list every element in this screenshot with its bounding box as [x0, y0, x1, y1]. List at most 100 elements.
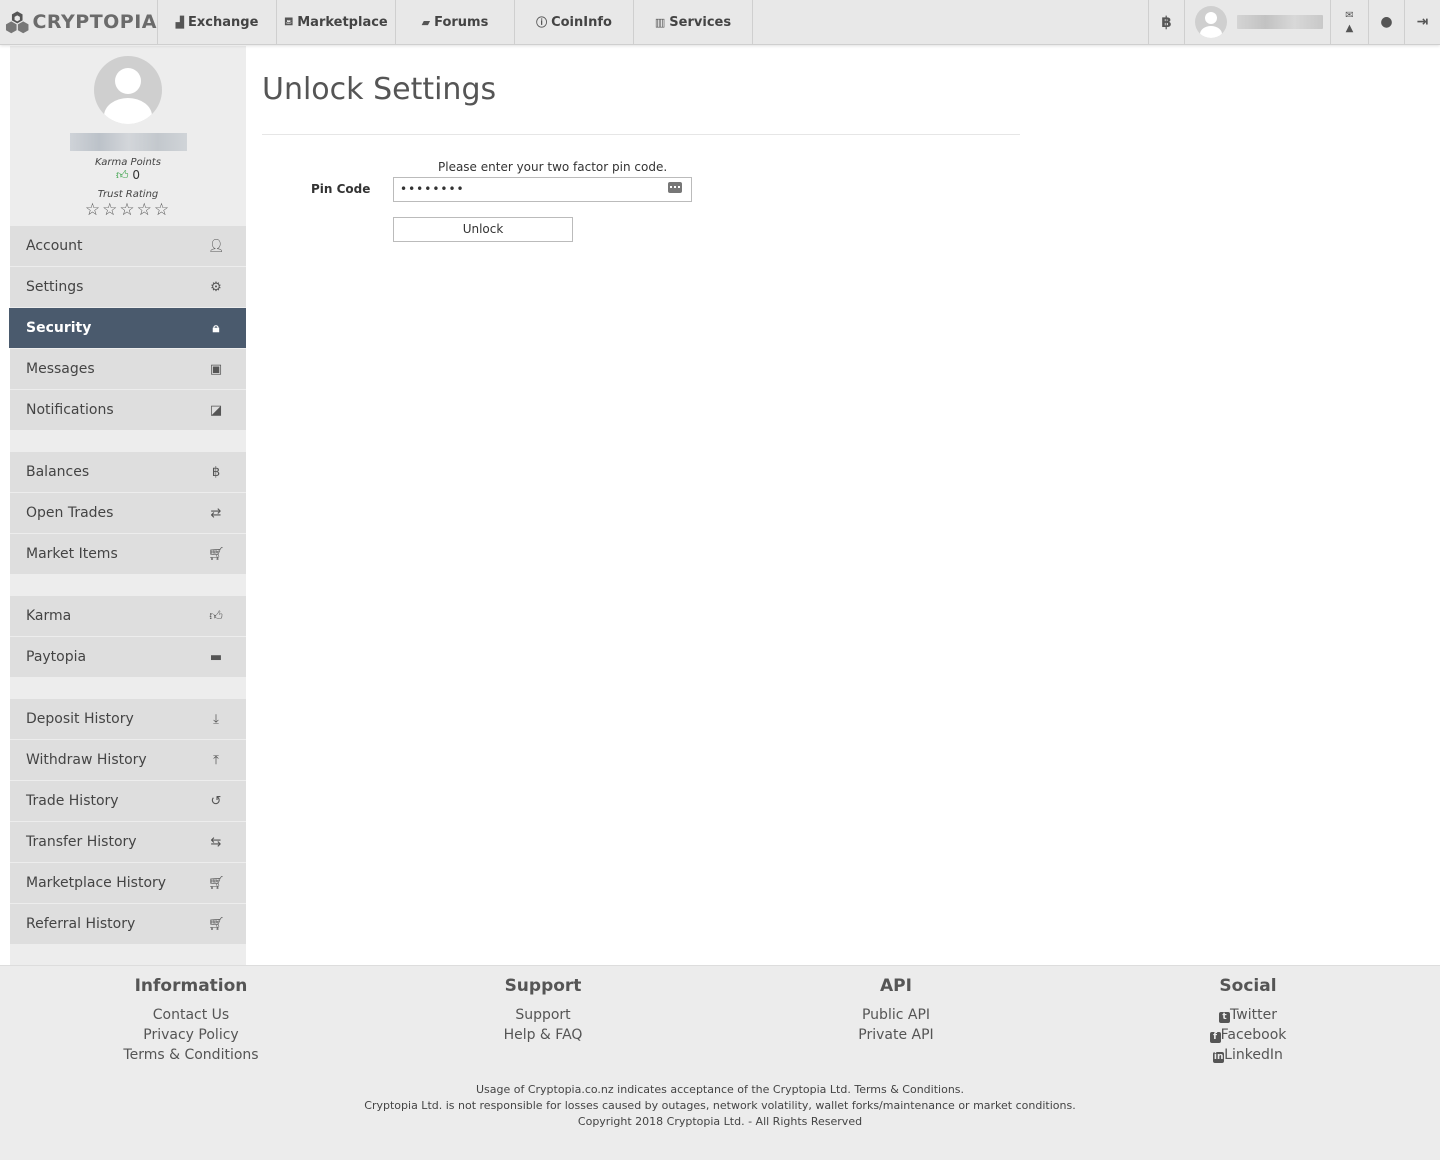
bitcoin-icon: ฿ [211, 464, 221, 480]
bar-chart-icon: ▟ [175, 15, 185, 29]
karma-value: 0 [132, 168, 140, 182]
pin-code-input[interactable]: •••••••• [393, 177, 692, 202]
nav-forums[interactable]: ▰ Forums [396, 0, 515, 44]
sidebar-item-marketplace-history[interactable]: Marketplace History 🛒︎ [10, 863, 246, 903]
sidebar-item-label: Open Trades [26, 505, 114, 521]
bank-icon: ▥ [654, 15, 666, 29]
trust-stars: ☆☆☆☆☆ [84, 200, 172, 220]
sidebar-item-security[interactable]: Security 🔒︎ [9, 308, 246, 348]
sidebar-item-label: Transfer History [26, 834, 137, 850]
currency-button[interactable]: ฿ [1148, 0, 1184, 44]
sidebar-item-label: Balances [26, 464, 90, 480]
profile-avatar [94, 56, 162, 124]
footer-link-private-api[interactable]: Private API [746, 1025, 1046, 1045]
cart-icon: 🛒︎ [208, 546, 225, 562]
footer-link-contact[interactable]: Contact Us [41, 1005, 341, 1025]
nav-forums-label: Forums [434, 14, 489, 30]
theme-toggle-button[interactable]: ● [1368, 0, 1404, 44]
menu-separator [10, 575, 246, 596]
lightbulb-icon: ● [1380, 14, 1393, 30]
footer-support: Support Support Help & FAQ [393, 976, 693, 1045]
sidebar-item-label: Paytopia [26, 649, 87, 665]
sidebar-item-label: Referral History [26, 916, 136, 932]
footer-link-support[interactable]: Support [393, 1005, 693, 1025]
footer-heading: Social [1219, 976, 1277, 996]
nav-exchange-label: Exchange [188, 14, 259, 30]
cart-icon: 🛒︎ [208, 916, 225, 932]
title-divider [262, 134, 1020, 135]
footer-disclaimer: Cryptopia Ltd. is not responsible for lo… [364, 1099, 1076, 1112]
user-menu[interactable] [1184, 0, 1330, 44]
sidebar-item-notifications[interactable]: Notifications ◪ [10, 390, 246, 430]
sidebar-item-balances[interactable]: Balances ฿ [10, 452, 246, 492]
sidebar-item-referral-history[interactable]: Referral History 🛒︎ [10, 904, 246, 944]
footer-heading: API [880, 976, 912, 996]
nav-right-group: ฿ ✉ ▲ ● ⇥ [1148, 0, 1440, 44]
logout-button[interactable]: ⇥ [1404, 0, 1440, 44]
nav-exchange[interactable]: ▟ Exchange [158, 0, 277, 44]
menu-separator [10, 678, 246, 699]
sidebar-item-label: Karma [26, 608, 72, 624]
sidebar-item-settings[interactable]: Settings ⚙ [10, 267, 246, 307]
sidebar-item-open-trades[interactable]: Open Trades ⇄ [10, 493, 246, 533]
sidebar: Karma Points 👍︎ 0 Trust Rating ☆☆☆☆☆ Acc… [9, 46, 246, 965]
sidebar-item-market-items[interactable]: Market Items 🛒︎ [10, 534, 246, 574]
sidebar-item-deposit-history[interactable]: Deposit History ⤓ [10, 699, 246, 739]
footer-link-faq[interactable]: Help & FAQ [393, 1025, 693, 1045]
bitcoin-icon: ฿ [1161, 13, 1172, 31]
cart-icon: 🛒︎ [208, 875, 225, 891]
sidebar-item-messages[interactable]: Messages ▣ [10, 349, 246, 389]
page-title: Unlock Settings [262, 72, 497, 107]
facebook-label: Facebook [1220, 1027, 1287, 1043]
warning-icon: ▲ [1345, 23, 1354, 34]
sidebar-item-label: Notifications [26, 402, 114, 418]
footer-link-facebook[interactable]: f Facebook [1098, 1025, 1398, 1045]
linkedin-icon: in [1213, 1052, 1225, 1063]
footer-link-terms[interactable]: Terms & Conditions [41, 1045, 341, 1065]
sidebar-item-label: Market Items [26, 546, 118, 562]
sidebar-item-trade-history[interactable]: Trade History ↺ [10, 781, 246, 821]
nav-marketplace-label: Marketplace [297, 14, 388, 30]
trust-label: Trust Rating [97, 189, 159, 200]
thumbs-up-icon: 👍︎ [115, 168, 129, 182]
messages-alerts-button[interactable]: ✉ ▲ [1330, 0, 1368, 44]
basket-icon: ⛾ [284, 14, 294, 28]
sidebar-item-transfer-history[interactable]: Transfer History ⇆ [10, 822, 246, 862]
profile-card: Karma Points 👍︎ 0 Trust Rating ☆☆☆☆☆ [10, 46, 246, 226]
thumbs-up-icon: 👍︎ [209, 608, 223, 624]
hexagon-logo-icon [5, 11, 29, 34]
nav-marketplace[interactable]: ⛾ Marketplace [277, 0, 396, 44]
nav-services[interactable]: ▥ Services [634, 0, 753, 44]
blurred-username [1237, 15, 1323, 29]
footer: Information Contact Us Privacy Policy Te… [0, 965, 1440, 1160]
sidebar-item-label: Withdraw History [26, 752, 147, 768]
user-icon: 👤︎ [208, 238, 225, 254]
sidebar-item-label: Settings [26, 279, 84, 295]
footer-link-public-api[interactable]: Public API [746, 1005, 1046, 1025]
footer-copyright: Copyright 2018 Cryptopia Ltd. - All Righ… [577, 1115, 863, 1128]
sidebar-item-withdraw-history[interactable]: Withdraw History ⤒ [10, 740, 246, 780]
bell-icon: ◪ [209, 402, 223, 418]
pin-code-label: Pin Code [311, 182, 371, 196]
nav-coininfo[interactable]: ⓘ CoinInfo [515, 0, 634, 44]
unlock-button[interactable]: Unlock [393, 217, 573, 242]
user-avatar [1195, 6, 1227, 38]
footer-link-privacy[interactable]: Privacy Policy [41, 1025, 341, 1045]
download-icon: ⤓ [213, 711, 219, 727]
sidebar-item-karma[interactable]: Karma 👍︎ [10, 596, 246, 636]
card-icon: ▬ [209, 649, 223, 665]
envelope-icon: ✉ [1345, 10, 1354, 21]
brand-logo[interactable]: CRYPTOPIA [0, 0, 158, 44]
footer-link-twitter[interactable]: t Twitter [1098, 1005, 1398, 1025]
upload-icon: ⤒ [213, 752, 219, 768]
transfer-icon: ⇆ [210, 834, 222, 850]
footer-link-linkedin[interactable]: inLinkedIn [1098, 1045, 1398, 1065]
sidebar-item-account[interactable]: Account 👤︎ [10, 226, 246, 266]
sidebar-item-label: Security [26, 320, 92, 336]
keyboard-icon[interactable] [668, 182, 682, 193]
sidebar-item-paytopia[interactable]: Paytopia ▬ [10, 637, 246, 677]
exchange-icon: ⇄ [210, 505, 222, 521]
blurred-profile-name [70, 133, 187, 151]
sidebar-item-label: Trade History [26, 793, 119, 809]
